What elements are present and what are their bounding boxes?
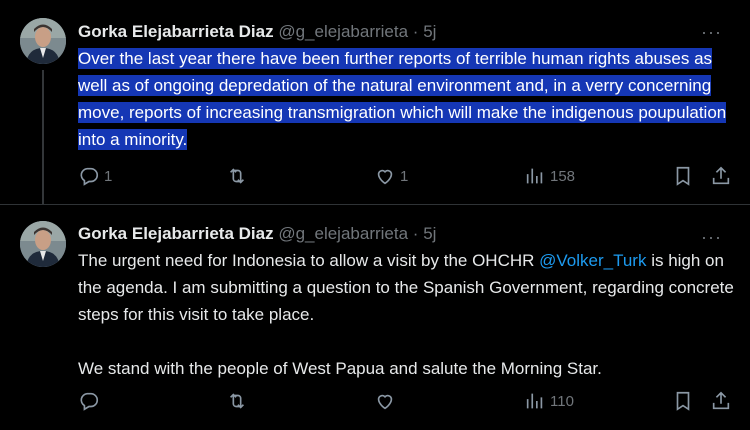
more-icon[interactable]: ···	[701, 22, 722, 43]
views-icon	[526, 168, 543, 184]
views-count: 158	[550, 167, 576, 185]
like-icon	[377, 169, 393, 185]
tweet-text: The urgent need for Indonesia to allow a…	[78, 247, 738, 382]
like-button[interactable]	[374, 389, 400, 413]
thread-line	[42, 70, 44, 204]
avatar[interactable]	[20, 221, 66, 267]
bookmark-button[interactable]	[672, 164, 694, 188]
views-button[interactable]: 158	[524, 164, 575, 188]
timestamp[interactable]: 5j	[423, 224, 436, 243]
like-count: 1	[400, 167, 409, 185]
bookmark-icon	[676, 391, 690, 411]
action-bar: 110	[78, 389, 738, 413]
tweet[interactable]: Gorka Elejabarrieta Diaz @g_elejabarriet…	[0, 204, 750, 430]
views-button[interactable]: 110	[524, 389, 574, 413]
more-icon[interactable]: ···	[701, 227, 722, 248]
tweet-header: Gorka Elejabarrieta Diaz @g_elejabarriet…	[78, 222, 436, 246]
mention-link[interactable]: @Volker_Turk	[539, 251, 646, 270]
tweet[interactable]: Gorka Elejabarrieta Diaz @g_elejabarriet…	[0, 0, 750, 204]
author-handle[interactable]: @g_elejabarrieta	[278, 22, 408, 41]
share-button[interactable]	[710, 389, 732, 413]
like-button[interactable]: 1	[374, 164, 408, 188]
share-icon	[712, 166, 730, 185]
reply-icon	[80, 392, 99, 411]
text-before-mention: The urgent need for Indonesia to allow a…	[78, 251, 540, 270]
views-icon	[526, 393, 543, 409]
tweet-paragraph: The urgent need for Indonesia to allow a…	[78, 247, 738, 328]
like-icon	[377, 394, 393, 410]
timestamp[interactable]: 5j	[423, 22, 436, 41]
retweet-icon	[229, 168, 245, 184]
author-handle[interactable]: @g_elejabarrieta	[278, 224, 408, 243]
share-button[interactable]	[710, 164, 732, 188]
reply-icon	[80, 167, 99, 186]
retweet-button[interactable]	[226, 164, 252, 188]
author-name[interactable]: Gorka Elejabarrieta Diaz	[78, 224, 274, 243]
bookmark-button[interactable]	[672, 389, 694, 413]
action-bar: 1 1 158	[78, 164, 738, 188]
tweet-header: Gorka Elejabarrieta Diaz @g_elejabarriet…	[78, 20, 436, 44]
share-icon	[712, 391, 730, 410]
reply-button[interactable]: 1	[78, 164, 112, 188]
tweet-paragraph: We stand with the people of West Papua a…	[78, 359, 602, 378]
retweet-button[interactable]	[226, 389, 252, 413]
author-name[interactable]: Gorka Elejabarrieta Diaz	[78, 22, 274, 41]
selected-text: Over the last year there have been furth…	[78, 48, 727, 150]
avatar[interactable]	[20, 18, 66, 64]
separator: ·	[412, 22, 419, 41]
separator: ·	[412, 224, 419, 243]
views-count: 110	[550, 392, 574, 410]
retweet-icon	[229, 393, 245, 409]
reply-count: 1	[104, 167, 113, 185]
reply-button[interactable]	[78, 389, 104, 413]
bookmark-icon	[676, 166, 690, 186]
tweet-text: Over the last year there have been furth…	[78, 45, 738, 153]
